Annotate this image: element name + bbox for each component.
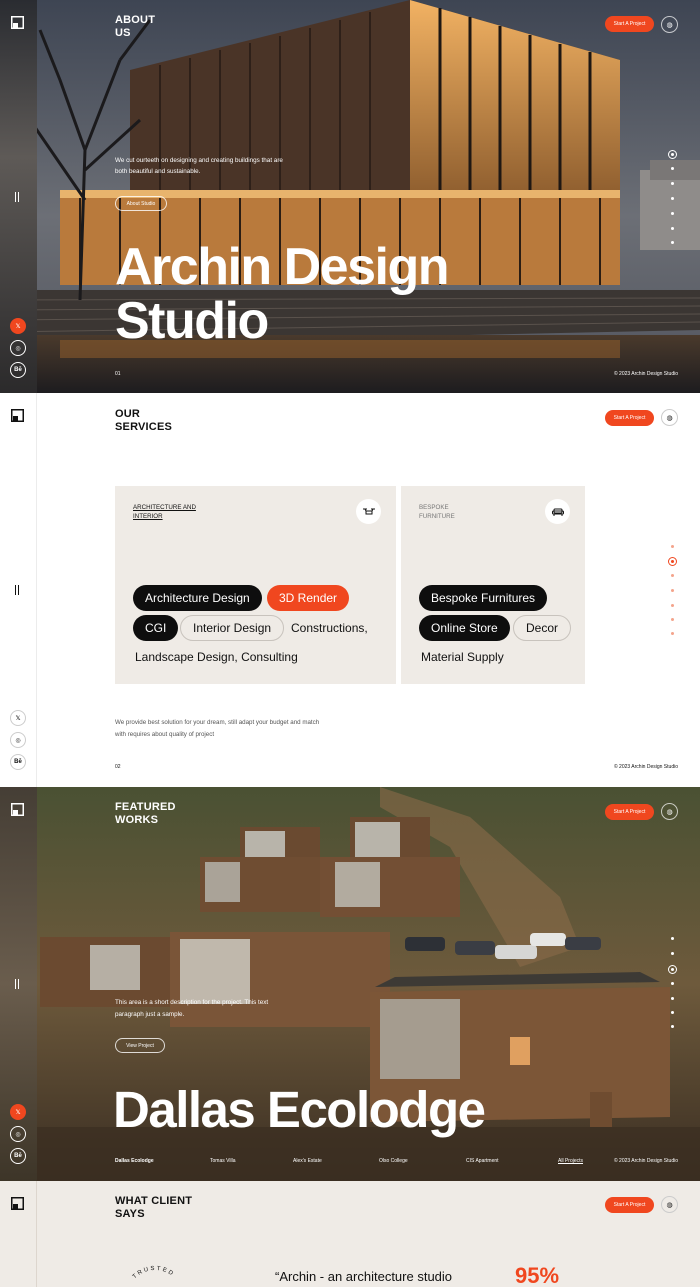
behance-icon[interactable]: Bē [10,1148,26,1164]
project-link[interactable]: Tomas Villa [210,1158,235,1164]
project-description: This area is a short description for the… [115,999,269,1018]
slide-dot[interactable] [671,545,674,548]
svg-text:TRUSTED: TRUSTED [132,1266,175,1280]
satisfaction-stat: 95% [515,1263,560,1287]
tag-decor[interactable]: Decor [513,615,572,641]
slide-dot[interactable] [671,197,674,200]
slide-dot[interactable] [671,182,674,185]
drone-icon[interactable] [356,499,381,524]
slide-number: 01 [115,371,121,377]
trusted-badge: TRUSTED [132,1266,175,1280]
slide-dot[interactable] [671,618,674,621]
hero-description: We cut ourteeth on designing and creatin… [115,157,283,175]
sofa-icon[interactable] [545,499,570,524]
slide-dot-active[interactable] [668,965,677,974]
service-card-furniture: BESPOKE FURNITURE Bespoke Furnitures Onl… [401,486,585,684]
slide-dot[interactable] [671,982,674,985]
globe-icon[interactable]: ◍ [661,16,678,33]
slide-dot-active[interactable] [668,557,677,566]
behance-icon[interactable]: Bē [10,754,26,770]
project-link-active[interactable]: Dallas Ecolodge [115,1158,154,1164]
slide-number: 02 [115,764,121,770]
section-title: OUR SERVICES [115,408,173,433]
featured-works-section: 𝕏 ◎ Bē FEATURED WORKS Start A Project ◍ … [0,787,700,1181]
start-project-button[interactable]: Start A Project [605,16,654,32]
instagram-icon[interactable]: ◎ [10,340,26,356]
x-twitter-icon[interactable]: 𝕏 [10,318,26,334]
slide-dot[interactable] [671,1025,674,1028]
testimonial-quote: “Archin - an architecture studio [275,1269,453,1284]
sidebar: 𝕏 ◎ Bē [0,0,37,393]
project-link[interactable]: Olso College [379,1158,408,1164]
tag-constructions: Constructions, [291,621,368,635]
service-card-architecture: ARCHITECTURE AND INTERIOR Architecture D… [115,486,396,684]
copyright: © 2023 Archin Design Studio [613,764,678,770]
card-label: ARCHITECTURE AND INTERIOR [133,504,196,520]
logo-icon[interactable] [11,16,24,29]
card-label: BESPOKE FURNITURE [419,504,455,520]
all-projects-link[interactable]: All Projects [558,1158,583,1164]
project-link[interactable]: CIS Apartment [466,1158,499,1164]
section-title: FEATURED WORKS [115,801,176,826]
globe-icon[interactable]: ◍ [661,803,678,820]
slide-dot[interactable] [671,167,674,170]
globe-icon[interactable]: ◍ [661,409,678,426]
tag-online-store[interactable]: Online Store [419,615,510,641]
slide-dot-active[interactable] [668,150,677,159]
instagram-icon[interactable]: ◎ [10,1126,26,1142]
about-studio-button[interactable]: About Studio [115,196,167,211]
tag-cgi[interactable]: CGI [133,615,179,641]
hero-title: Archin Design Studio [115,238,450,350]
tag-bespoke-furnitures[interactable]: Bespoke Furnitures [419,585,548,611]
services-section: 𝕏 ◎ Bē OUR SERVICES Start A Project ◍ AR… [0,393,700,787]
hero-section: 𝕏 ◎ Bē ABOUT US Start A Project ◍ We cut… [0,0,700,393]
slide-dot[interactable] [671,937,674,940]
section-title: WHAT CLIENT SAYS [115,1195,193,1220]
sidebar [0,1181,37,1287]
project-link[interactable]: Alex's Estate [293,1158,322,1164]
copyright: © 2023 Archin Design Studio [613,1158,678,1164]
sidebar: 𝕏 ◎ Bē [0,393,37,787]
menu-toggle-icon[interactable] [15,585,21,595]
slide-dot[interactable] [671,604,674,607]
logo-icon[interactable] [11,1197,24,1210]
start-project-button[interactable]: Start A Project [605,410,654,426]
menu-toggle-icon[interactable] [15,192,21,202]
menu-toggle-icon[interactable] [15,979,21,989]
tag-material-supply: Material Supply [421,650,504,664]
services-description: We provide best solution for your dream,… [115,719,320,738]
copyright: © 2023 Archin Design Studio [613,371,678,377]
slide-dot[interactable] [671,212,674,215]
tag-3d-render[interactable]: 3D Render [267,585,350,611]
tag-landscape-consulting: Landscape Design, Consulting [135,650,298,664]
badge-text: TRUSTED [132,1266,173,1280]
logo-icon[interactable] [11,803,24,816]
slide-dot[interactable] [671,952,674,955]
sidebar: 𝕏 ◎ Bē [0,787,37,1181]
slide-dot[interactable] [671,227,674,230]
slide-dot[interactable] [671,241,674,244]
x-twitter-icon[interactable]: 𝕏 [10,1104,26,1120]
hero-title-line: Studio [115,292,269,350]
instagram-icon[interactable]: ◎ [10,732,26,748]
view-project-button[interactable]: View Project [115,1038,165,1053]
tag-architecture-design[interactable]: Architecture Design [133,585,262,611]
logo-icon[interactable] [11,409,24,422]
globe-icon[interactable]: ◍ [661,1196,678,1213]
slide-dot[interactable] [671,574,674,577]
slide-dot[interactable] [671,632,674,635]
start-project-button[interactable]: Start A Project [605,804,654,820]
hero-title-line: Archin Design [115,238,450,296]
start-project-button[interactable]: Start A Project [605,1197,654,1213]
tag-interior-design[interactable]: Interior Design [180,615,285,641]
slide-dot[interactable] [671,1011,674,1014]
section-title: ABOUT US [115,14,156,39]
project-title: Dallas Ecolodge [113,1081,486,1138]
behance-icon[interactable]: Bē [10,362,26,378]
x-twitter-icon[interactable]: 𝕏 [10,710,26,726]
slide-dot[interactable] [671,997,674,1000]
slide-dot[interactable] [671,589,674,592]
testimonials-section: WHAT CLIENT SAYS Start A Project ◍ TRUST… [0,1181,700,1287]
